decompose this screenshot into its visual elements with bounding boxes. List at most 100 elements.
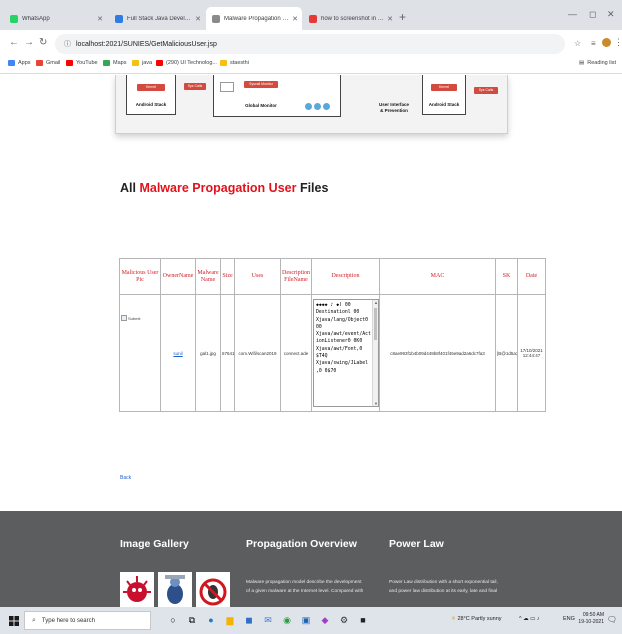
gmail-icon xyxy=(36,60,43,66)
close-icon[interactable]: ✕ xyxy=(97,15,103,23)
task-view-icon[interactable]: ⧉ xyxy=(186,614,198,626)
youtube-icon xyxy=(309,14,317,23)
close-window-icon[interactable]: ✕ xyxy=(607,9,615,20)
weather-widget[interactable]: ☀ 28°C Partly sunny xyxy=(451,616,502,622)
youtube-icon xyxy=(156,60,163,66)
bookmarks-bar: Apps Gmail YouTube Maps java (290) UI Te… xyxy=(0,57,622,74)
language-indicator[interactable]: ENG xyxy=(563,616,575,622)
col-header: Uses xyxy=(234,258,281,295)
store-icon[interactable]: ◼ xyxy=(243,614,255,626)
clock-time: 09:50 AM xyxy=(582,612,604,618)
stack-label: Android Stack xyxy=(135,102,167,107)
minimize-icon[interactable]: — xyxy=(568,9,577,19)
address-toolbar: ← → ↻ ⓘ localhost:2021/SUNIES/GetMalicio… xyxy=(0,30,622,57)
bookmark-ui-technology[interactable]: (290) UI Technolog... xyxy=(156,60,217,66)
heading-prefix: All xyxy=(120,181,136,195)
maximize-icon[interactable]: ◻ xyxy=(589,9,596,20)
url-bar[interactable]: ⓘ localhost:2021/SUNIES/GetMalicious​Use… xyxy=(55,34,565,54)
close-icon[interactable]: ✕ xyxy=(195,15,201,23)
reading-list-label: Reading list xyxy=(587,60,616,66)
tab-title: how to screenshot in laptop - Yo xyxy=(321,15,384,22)
table-row: Submit sunil gal1.jpg 67641 com.Wifi/sca… xyxy=(119,294,546,412)
tab-screenshot-search[interactable]: how to screenshot in laptop - Yo ✕ xyxy=(303,7,397,30)
broken-image-icon xyxy=(121,315,127,321)
search-placeholder: Type here to search xyxy=(41,617,95,624)
new-tab-icon[interactable]: + xyxy=(399,11,406,23)
scroll-down-icon[interactable]: ▼ xyxy=(373,401,378,406)
page-content: Kernel Android Stack Sys Calls Syscall M… xyxy=(0,75,622,607)
reading-list-icon: ▤ xyxy=(579,60,585,66)
desc-filename-cell: connect.ade xyxy=(280,294,312,412)
left-android-stack: Kernel Android Stack xyxy=(126,75,176,115)
tab-malware-propagation[interactable]: Malware Propagation in Large S ✕ xyxy=(206,7,302,30)
tab-java-developer[interactable]: Full Stack Java Developer | by Sr ✕ xyxy=(109,7,205,30)
description-cell: ◆◆◆◆ ♪ ◆ǀ 00 Destinationl 00 Χjava/lang/… xyxy=(311,294,380,412)
terminal-icon[interactable]: ■ xyxy=(357,614,369,626)
notifications-icon[interactable]: 🗨 xyxy=(607,615,617,624)
forward-arrow-icon[interactable]: → xyxy=(24,37,34,48)
scroll-up-icon[interactable]: ▲ xyxy=(373,300,378,305)
file-explorer-icon[interactable]: ▆ xyxy=(224,614,236,626)
col-header: Description FileName xyxy=(280,258,312,295)
gallery-title: Image Gallery xyxy=(120,538,189,550)
ui-label-line2: & Prevention xyxy=(380,108,408,113)
mail-icon[interactable]: ✉ xyxy=(262,614,274,626)
tab-title: Malware Propagation in Large S xyxy=(224,15,289,22)
malware-name-cell: gal1.jpg xyxy=(195,294,221,412)
app-icon[interactable]: ◆ xyxy=(319,614,331,626)
bookmark-staesthi[interactable]: staesthi xyxy=(220,60,249,66)
dot xyxy=(323,103,330,110)
chrome-icon[interactable]: ◉ xyxy=(281,614,293,626)
scrollbar[interactable]: ▲ ▼ xyxy=(372,300,378,406)
reload-icon[interactable]: ↻ xyxy=(39,37,47,48)
page-icon xyxy=(212,14,220,23)
overview-text: Malware propagation model describe the d… xyxy=(246,578,376,596)
extensions-icon[interactable]: ≡ xyxy=(591,39,596,48)
gallery-image-bug[interactable] xyxy=(158,572,192,607)
bookmark-label: staesthi xyxy=(230,60,249,66)
bookmark-java[interactable]: java xyxy=(132,60,152,66)
back-arrow-icon[interactable]: ← xyxy=(9,37,19,48)
settings-icon[interactable]: ⚙ xyxy=(338,614,350,626)
windows-start-icon[interactable] xyxy=(9,616,19,626)
system-tray-icons[interactable]: ^ ☁ ▭ ♪ xyxy=(519,616,540,622)
taskbar-search-input[interactable]: ⌕ Type here to search xyxy=(24,611,151,630)
col-header: MAC xyxy=(379,258,496,295)
bookmark-label: (290) UI Technolog... xyxy=(166,60,217,66)
close-icon[interactable]: ✕ xyxy=(292,15,298,23)
col-header: Malware Name xyxy=(195,258,221,295)
tab-title: WhatsApp xyxy=(22,15,50,22)
uses-cell: com.Wifi/scan2019 xyxy=(234,294,281,412)
menu-icon[interactable]: ⋮ xyxy=(614,37,622,48)
kernel-button: Kernel xyxy=(137,84,165,91)
bookmark-youtube[interactable]: YouTube xyxy=(66,60,98,66)
bookmark-gmail[interactable]: Gmail xyxy=(36,60,60,66)
cortana-icon[interactable]: ○ xyxy=(167,614,179,626)
stack-label: Android Stack xyxy=(428,102,460,107)
profile-avatar[interactable] xyxy=(602,38,611,47)
bookmark-star-icon[interactable]: ☆ xyxy=(574,39,581,48)
description-textarea[interactable]: ◆◆◆◆ ♪ ◆ǀ 00 Destinationl 00 Χjava/lang/… xyxy=(313,299,379,407)
word-icon[interactable]: ▣ xyxy=(300,614,312,626)
gallery-image-no-bug[interactable] xyxy=(196,572,230,607)
table-header-row: Malicious User Pic OwnerName Malware Nam… xyxy=(119,258,546,295)
bookmark-maps[interactable]: Maps xyxy=(103,60,126,66)
bug-icon xyxy=(165,575,185,604)
virus-icon xyxy=(123,576,151,602)
global-monitor-box: Syscall Monitor Global Monitor xyxy=(213,75,341,117)
heading-highlight: Malware Propagation User xyxy=(139,181,297,195)
owner-link[interactable]: sunil xyxy=(173,351,182,356)
close-icon[interactable]: ✕ xyxy=(387,15,393,23)
scroll-thumb[interactable] xyxy=(374,308,377,340)
gallery-image-virus[interactable] xyxy=(120,572,154,607)
tab-whatsapp[interactable]: WhatsApp ✕ xyxy=(4,7,107,30)
taskbar-clock[interactable]: 09:50 AM 19-10-2021 xyxy=(578,612,604,626)
col-header: SK xyxy=(495,258,518,295)
col-header: Malicious User Pic xyxy=(119,258,161,295)
reading-list[interactable]: ▤ Reading list xyxy=(579,60,616,66)
edge-icon[interactable]: ● xyxy=(205,614,217,626)
no-bug-icon xyxy=(199,578,227,606)
bookmark-apps[interactable]: Apps xyxy=(8,60,31,66)
site-info-icon[interactable]: ⓘ xyxy=(64,39,71,49)
back-link[interactable]: Back xyxy=(120,475,131,481)
